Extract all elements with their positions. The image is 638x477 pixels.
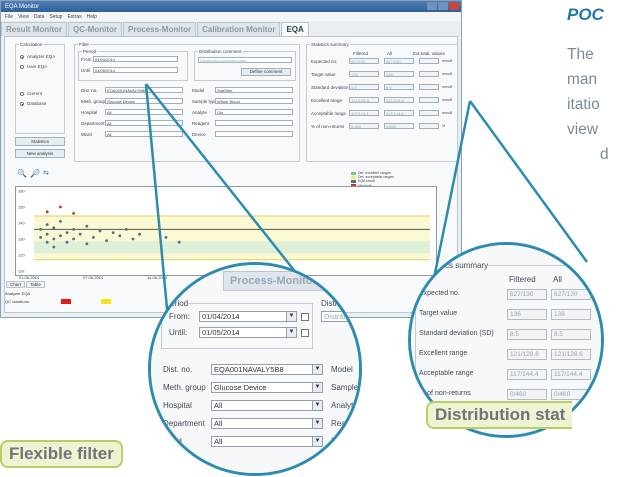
zoom-stats-filtered: 627/130 [507,289,547,300]
zoom-from-checkbox[interactable] [301,313,309,321]
flexible-filter-label: Flexible filter [0,440,123,468]
zoom-until-checkbox[interactable] [301,329,309,337]
zoom-stats-all: 0/460 [551,389,591,400]
zoom-meth-label: Meth. group [163,383,206,392]
zoom-stats-all: 121/128.6 [551,349,591,360]
zoom-analyte-label: Analyte [331,401,358,410]
zoom-hospital-label: Hospital [163,401,192,410]
zoom-stats-filtered: 136 [507,309,547,320]
zoom-stats-row-label: Target value [419,310,458,317]
zoom-ward-select[interactable]: All ▼ [211,436,323,447]
zoom-meth-select[interactable]: Glucose Device ▼ [211,382,323,393]
zoom-dept-label: Department [163,419,205,428]
zoom-stats-filtered: 8.5 [507,329,547,340]
zoom-from-field[interactable]: 01/04/2014 ▼ [199,311,297,322]
zoom-until-field[interactable]: 01/05/2014 ▼ [199,327,297,338]
chevron-down-icon[interactable]: ▼ [312,365,322,374]
zoom-stats-all: 627/130 [551,289,591,300]
zoom-stats-all: 117/144.4 [551,369,591,380]
chevron-down-icon[interactable]: ▼ [286,328,296,337]
zoom-dist-comment[interactable]: Distribu [321,311,359,322]
zoom-tab-calibration[interactable]: Cal [329,271,359,291]
zoom-tab-process-monitor[interactable]: Process-Monitor [223,271,324,291]
zoom-dist-no-select[interactable]: EQA001NAVALY5B8 ▼ [211,364,323,375]
zoom-dept-select[interactable]: All ▼ [211,418,323,429]
zoom-reagent-label: Reagent [331,419,362,428]
chevron-down-icon[interactable]: ▼ [312,437,322,446]
chevron-down-icon[interactable]: ▼ [312,419,322,428]
chevron-down-icon[interactable]: ▼ [312,383,322,392]
zoom-device-label: Device [331,437,356,446]
zoom-stats-all: 8.5 [551,329,591,340]
right-connector [468,100,589,263]
zoom-stats-row-label: Acceptable range [419,370,474,377]
chevron-down-icon[interactable]: ▼ [286,312,296,321]
zoom-stats-title: Statistics summary [421,261,489,270]
zoom-col-all: All [553,275,562,284]
zoom-stats-row-label: Standard deviation (SD) [419,330,494,337]
zoom-col-filtered: Filtered [509,275,536,284]
zoom-dist-title: Distri [321,299,340,308]
zoom-hospital-select[interactable]: All ▼ [211,400,323,411]
zoom-stats-all: 136 [551,309,591,320]
zoom-stats-filtered: 117/144.4 [507,369,547,380]
chevron-down-icon[interactable]: ▼ [312,401,322,410]
filter-zoom-callout: Process-Monitor Cal Period From: 01/04/2… [148,262,362,476]
zoom-stats-row-label: Expected no. [419,290,460,297]
zoom-sample-label: Sample type [331,383,359,392]
zoom-period-title: Period [165,299,189,308]
zoom-model-label: Model [331,365,353,374]
zoom-dist-no-label: Dist. no. [163,365,193,374]
zoom-from-label: From: [169,312,190,321]
distribution-stats-label: Distribution stat [426,401,573,429]
zoom-stats-filtered: 121/128.6 [507,349,547,360]
zoom-stats-row-label: Excellent range [419,350,468,357]
zoom-until-label: Until: [169,328,188,337]
zoom-period-group [161,303,313,349]
zoom-stats-filtered: 0/460 [507,389,547,400]
zoom-ward-label: Ward [163,437,182,446]
zoom-stats-row-label: % of non-returns [419,390,471,397]
